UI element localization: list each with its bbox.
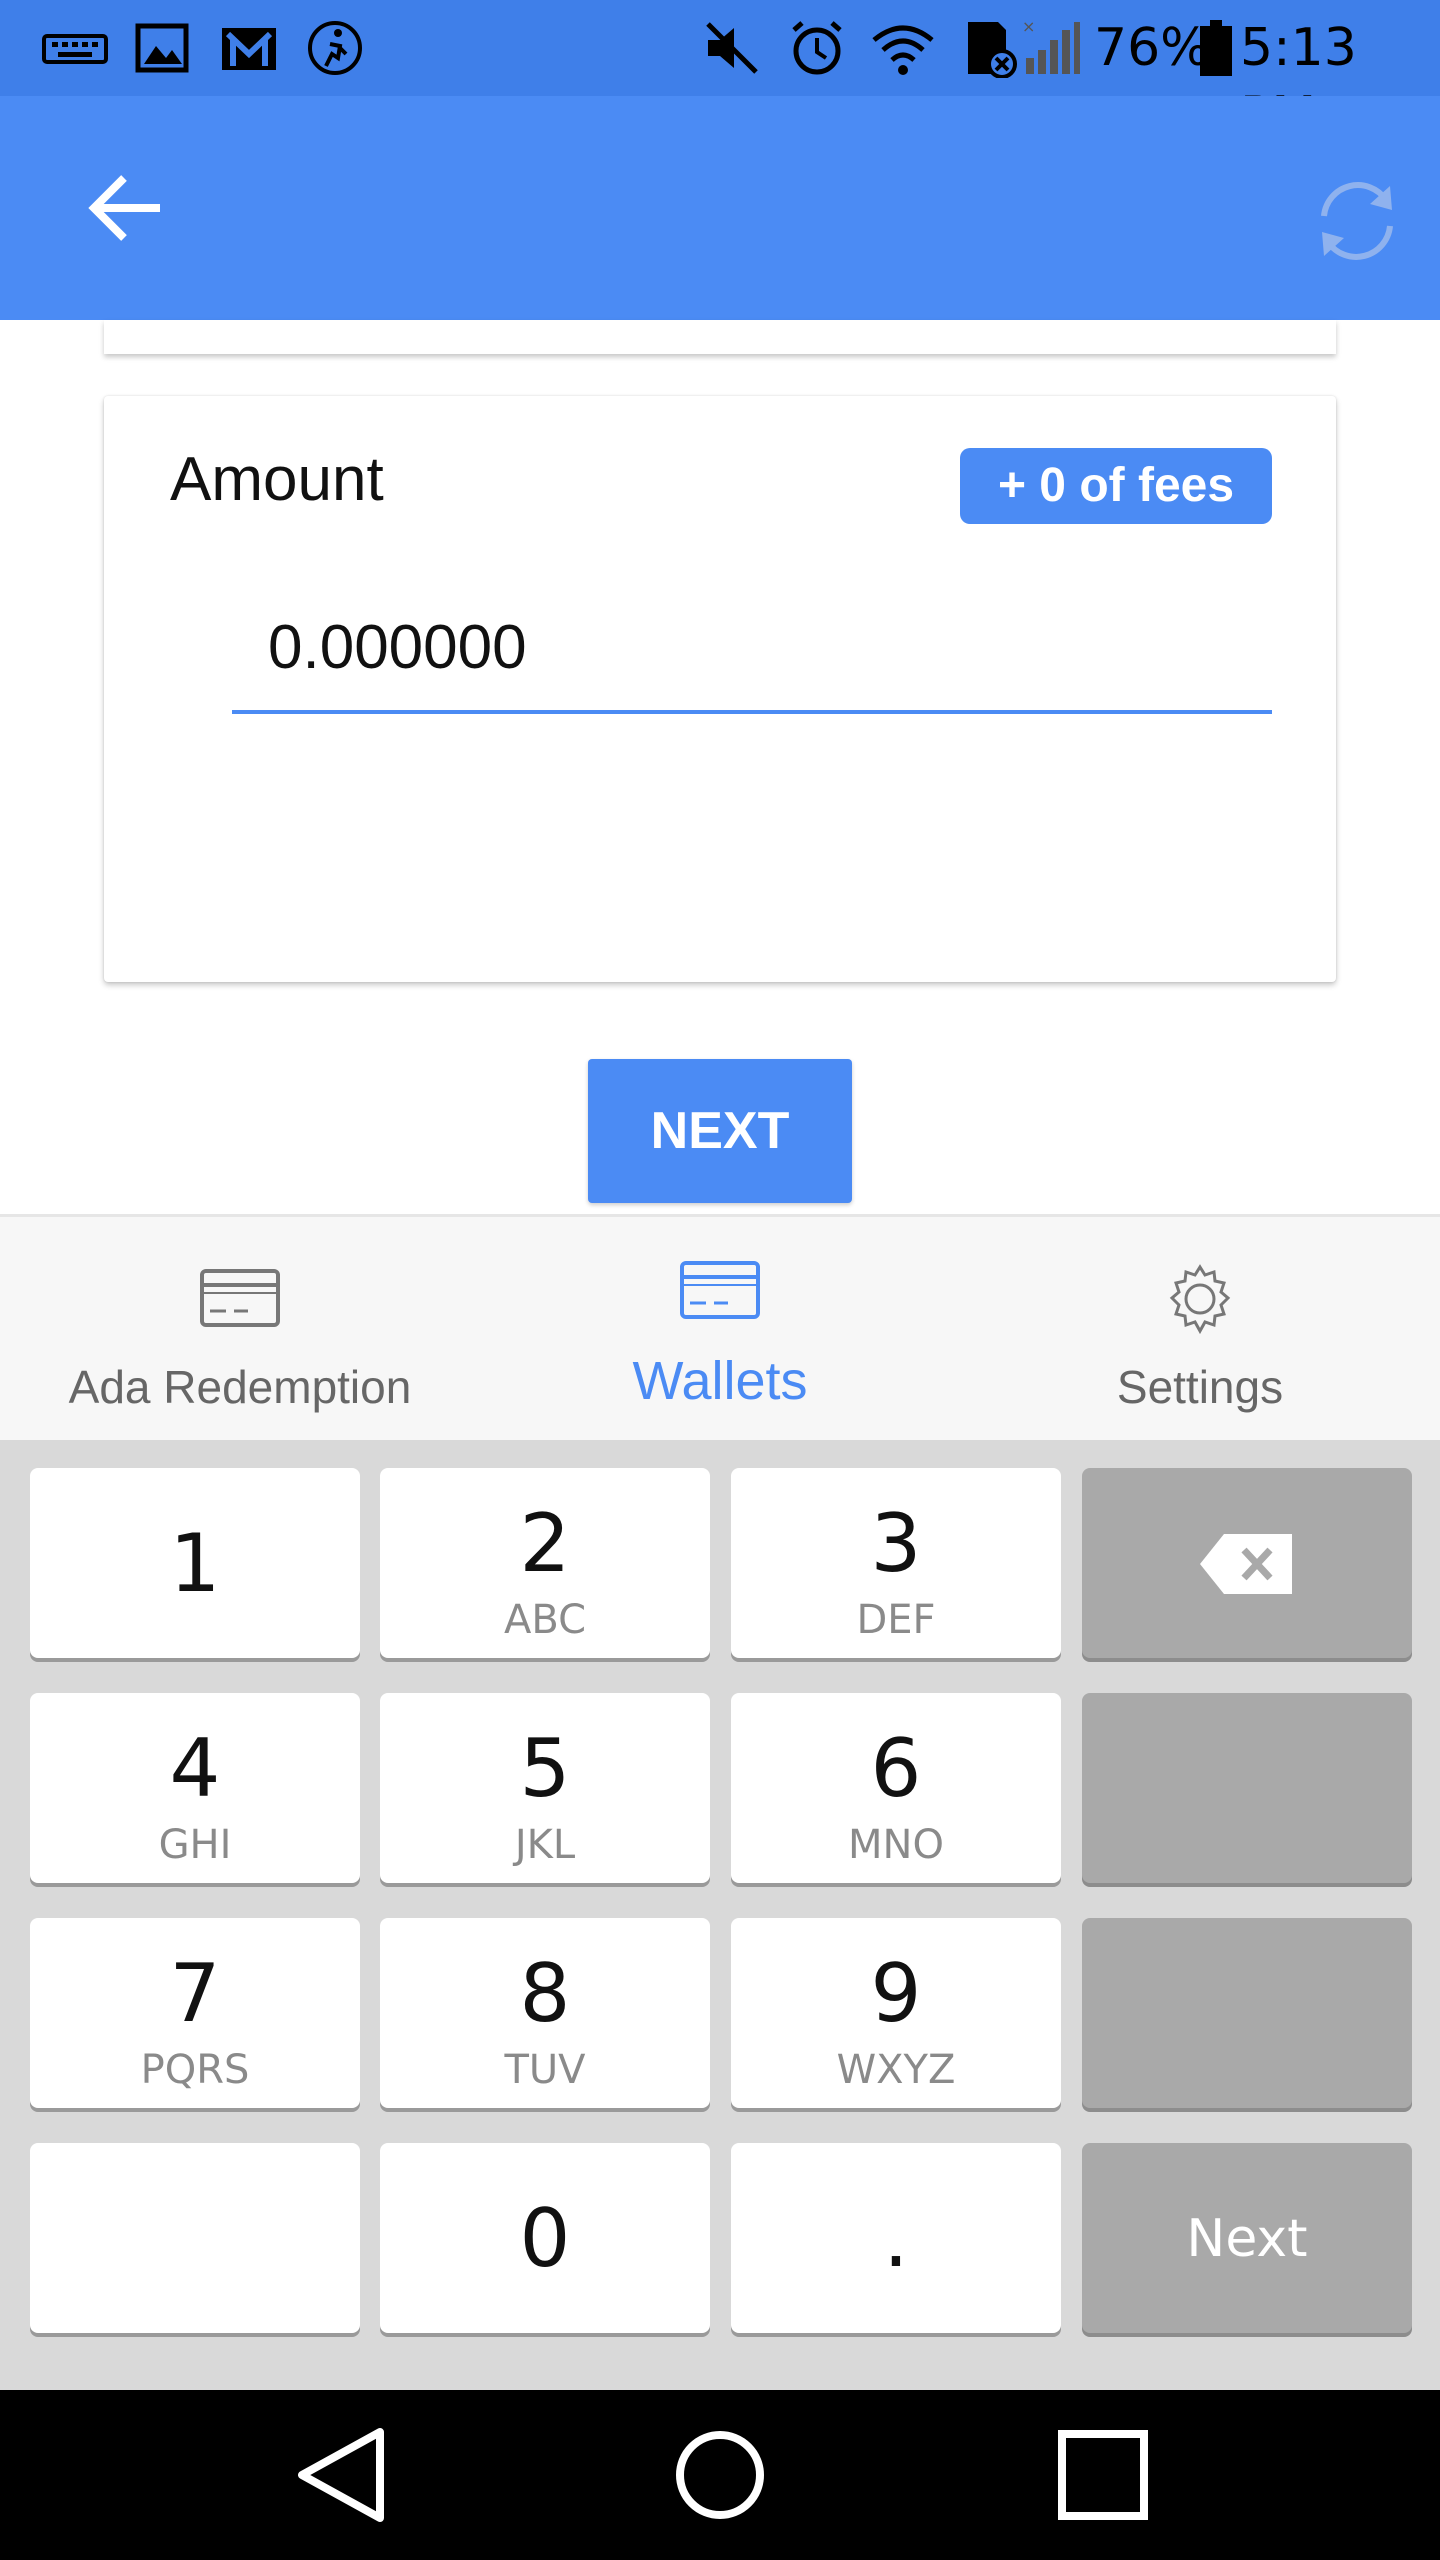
- key-letters: JKL: [514, 1822, 576, 1868]
- key-digit: 0: [519, 2192, 571, 2285]
- key-1[interactable]: 1: [30, 1468, 360, 1658]
- back-triangle-icon[interactable]: [290, 2420, 400, 2530]
- status-bar: × 76% 5:13 PM: [0, 0, 1440, 146]
- refresh-icon[interactable]: [1302, 166, 1412, 276]
- fees-badge: + 0 of fees: [960, 448, 1272, 524]
- amount-label: Amount: [170, 445, 384, 514]
- key-2[interactable]: 2 ABC: [380, 1468, 710, 1658]
- amount-input[interactable]: [232, 602, 1272, 714]
- key-digit: 1: [169, 1517, 221, 1610]
- key-blank-right-2: [1082, 1693, 1412, 1883]
- key-0[interactable]: 0: [380, 2143, 710, 2333]
- nav-label-settings: Settings: [1116, 1361, 1284, 1413]
- nav-label-ada-redemption: Ada Redemption: [68, 1361, 412, 1413]
- key-digit: 5: [519, 1722, 571, 1815]
- key-digit: 6: [870, 1722, 922, 1815]
- key-digit: .: [883, 2192, 909, 2285]
- key-5[interactable]: 5 JKL: [380, 1693, 710, 1883]
- key-6[interactable]: 6 MNO: [731, 1693, 1061, 1883]
- signal-icon: ×: [1022, 18, 1080, 74]
- alarm-icon: [792, 21, 842, 75]
- recents-square-icon[interactable]: [1048, 2420, 1158, 2530]
- gmail-icon: [222, 28, 276, 70]
- keyboard-icon: [42, 34, 108, 64]
- home-circle-icon[interactable]: [665, 2420, 775, 2530]
- mute-icon: [706, 22, 758, 74]
- battery-percent: 76%: [1094, 18, 1210, 78]
- numeric-keyboard: 1 2 ABC 3 DEF 4 GHI 5 JKL 6 MNO 7 PQRS 8…: [0, 1440, 1440, 2390]
- sd-card-error-icon: [968, 22, 1017, 78]
- key-letters: MNO: [848, 1822, 944, 1868]
- key-backspace[interactable]: [1082, 1468, 1412, 1658]
- backspace-icon: [1200, 1534, 1292, 1594]
- key-digit: 4: [169, 1722, 221, 1815]
- key-blank-left: [30, 2143, 360, 2333]
- key-letters: PQRS: [140, 2047, 250, 2093]
- wifi-icon: [872, 25, 934, 75]
- battery-icon: [1200, 20, 1232, 76]
- key-next-label: Next: [1186, 2209, 1308, 2269]
- key-letters: ABC: [503, 1597, 587, 1643]
- key-next[interactable]: Next: [1082, 2143, 1412, 2333]
- key-letters: GHI: [158, 1822, 232, 1868]
- nav-label-wallets: Wallets: [632, 1351, 808, 1411]
- svg-text:×: ×: [1022, 18, 1035, 36]
- wallet-icon: [680, 1261, 760, 1319]
- back-arrow-icon[interactable]: [76, 158, 176, 258]
- key-3[interactable]: 3 DEF: [731, 1468, 1061, 1658]
- key-decimal[interactable]: .: [731, 2143, 1061, 2333]
- key-digit: 9: [870, 1947, 922, 2040]
- system-nav-bar: [0, 2390, 1440, 2560]
- previous-card-edge: [104, 320, 1336, 354]
- key-4[interactable]: 4 GHI: [30, 1693, 360, 1883]
- bottom-nav: Ada Redemption Wallets Settings: [0, 1214, 1440, 1440]
- activity-icon: [308, 21, 362, 75]
- key-7[interactable]: 7 PQRS: [30, 1918, 360, 2108]
- nav-item-wallets[interactable]: Wallets: [520, 1217, 920, 1443]
- key-digit: 7: [169, 1947, 221, 2040]
- key-blank-right-3: [1082, 1918, 1412, 2108]
- key-digit: 8: [519, 1947, 571, 2040]
- key-8[interactable]: 8 TUV: [380, 1918, 710, 2108]
- key-letters: DEF: [856, 1597, 936, 1643]
- key-digit: 2: [519, 1497, 571, 1590]
- image-icon: [135, 23, 189, 73]
- nav-item-settings[interactable]: Settings: [1000, 1217, 1400, 1443]
- key-letters: WXYZ: [836, 2047, 956, 2093]
- card-icon: [200, 1269, 280, 1327]
- key-digit: 3: [870, 1497, 922, 1590]
- gear-icon: [1169, 1264, 1231, 1335]
- app-bar: [0, 96, 1440, 320]
- next-button[interactable]: NEXT: [588, 1059, 852, 1203]
- amount-card: Amount + 0 of fees: [104, 396, 1336, 982]
- key-letters: TUV: [504, 2047, 586, 2093]
- nav-item-ada-redemption[interactable]: Ada Redemption: [40, 1217, 440, 1443]
- key-9[interactable]: 9 WXYZ: [731, 1918, 1061, 2108]
